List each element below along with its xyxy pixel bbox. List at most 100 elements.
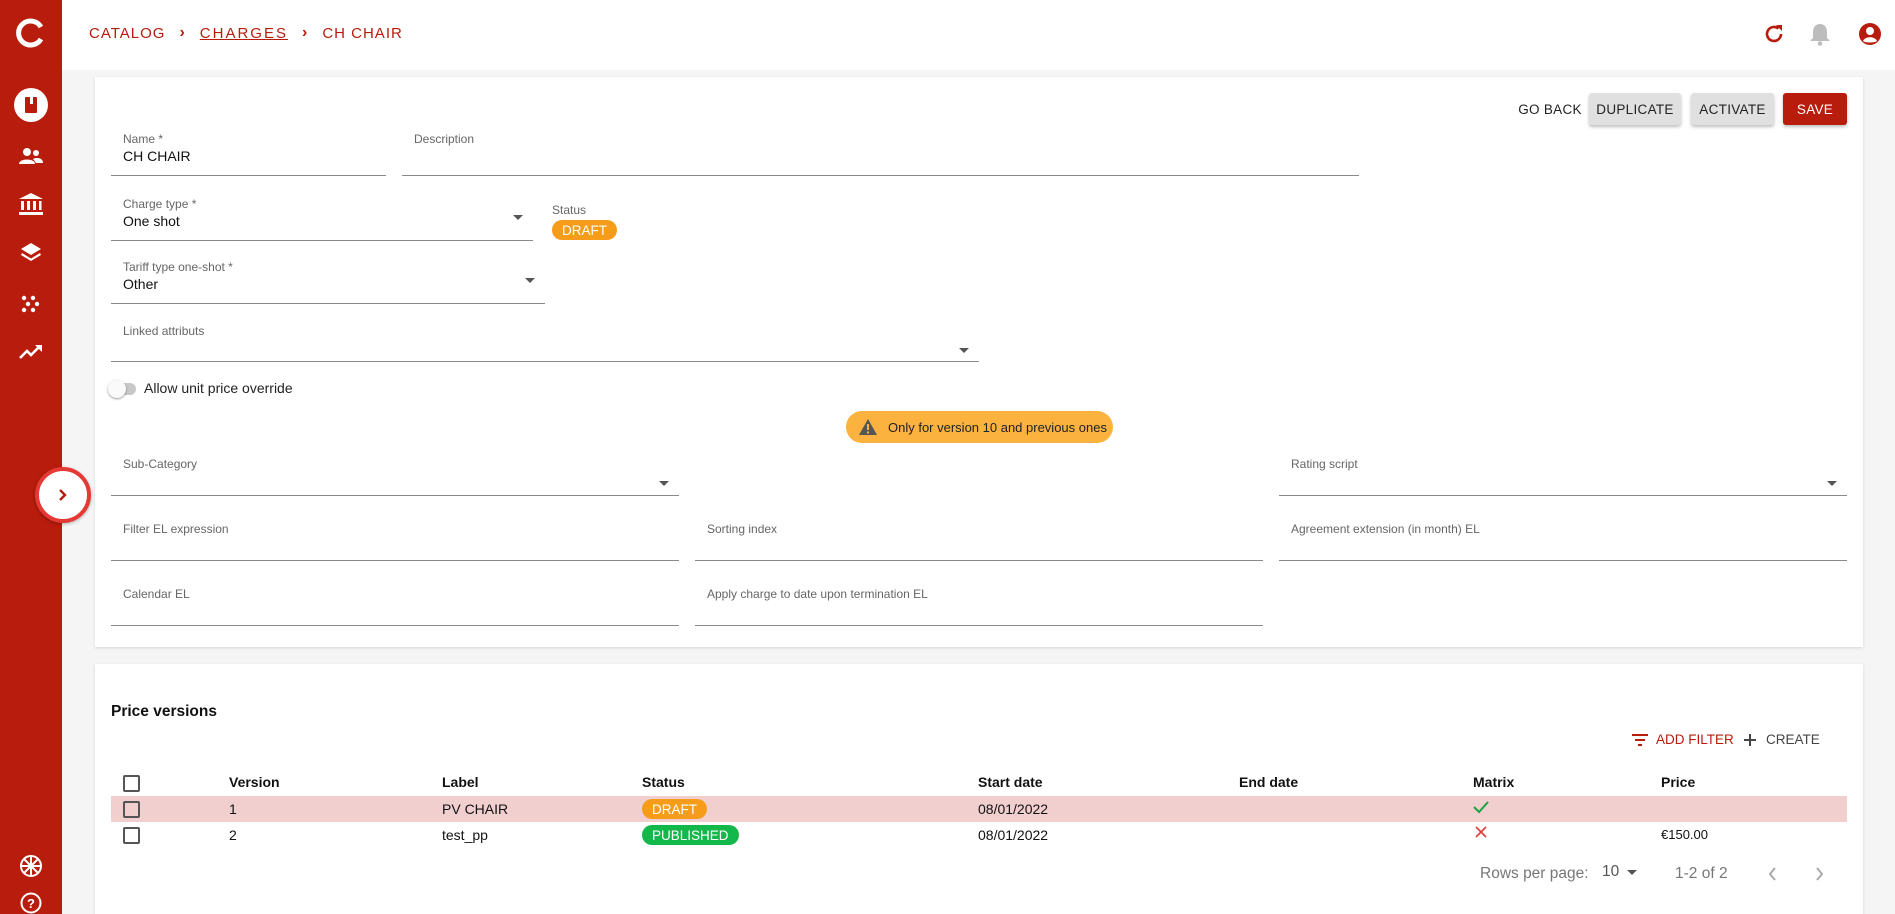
- pagination-range: 1-2 of 2: [1675, 865, 1728, 882]
- version-cell: 1: [229, 801, 237, 817]
- label-cell: PV CHAIR: [442, 801, 509, 817]
- column-header-version[interactable]: Version: [229, 774, 280, 790]
- bank-icon[interactable]: [0, 193, 62, 215]
- help-icon[interactable]: ?: [0, 892, 62, 914]
- rows-per-page-label: Rows per page:: [1480, 865, 1589, 882]
- price-versions-title: Price versions: [111, 703, 217, 720]
- svg-text:?: ?: [27, 896, 35, 911]
- notifications-bell-icon[interactable]: [1809, 22, 1831, 51]
- catalog-book-icon[interactable]: [0, 88, 62, 122]
- agreement-extension-field[interactable]: Agreement extension (in month) EL: [1279, 522, 1847, 561]
- linked-attributs-label: Linked attributs: [123, 324, 205, 338]
- start-date-cell: 08/01/2022: [978, 801, 1049, 817]
- column-header-end-date[interactable]: End date: [1239, 774, 1298, 790]
- expand-sidebar-button[interactable]: [35, 467, 91, 523]
- sub-category-label: Sub-Category: [123, 457, 198, 471]
- column-header-label[interactable]: Label: [442, 774, 479, 790]
- charge-type-select[interactable]: Charge type * One shot: [111, 197, 533, 241]
- status-badge: DRAFT: [642, 799, 707, 819]
- account-circle-icon[interactable]: [1858, 22, 1882, 51]
- plus-icon: [1744, 733, 1756, 746]
- table-row[interactable]: 2 test_pp PUBLISHED 08/01/2022 €150.00: [111, 822, 1847, 848]
- breadcrumb-catalog[interactable]: CATALOG: [89, 25, 165, 42]
- name-field[interactable]: Name * CH CHAIR: [111, 132, 386, 176]
- row-checkbox[interactable]: [123, 801, 140, 818]
- warning-icon: [859, 419, 877, 435]
- tariff-type-select[interactable]: Tariff type one-shot * Other: [111, 260, 545, 304]
- sidebar: ?: [0, 0, 62, 914]
- rows-per-page-value: 10: [1602, 863, 1620, 880]
- breadcrumb-separator-icon: ›: [301, 24, 309, 41]
- sub-category-select[interactable]: Sub-Category: [111, 457, 679, 496]
- layers-icon[interactable]: [0, 242, 62, 264]
- duplicate-button[interactable]: DUPLICATE: [1589, 93, 1681, 125]
- description-label: Description: [414, 132, 475, 146]
- warning-text: Only for version 10 and previous ones: [888, 419, 1107, 435]
- tariff-type-label: Tariff type one-shot *: [123, 260, 233, 274]
- rows-per-page-select[interactable]: 10: [1602, 863, 1638, 881]
- create-button[interactable]: CREATE: [1744, 732, 1820, 747]
- chevron-right-icon[interactable]: [1813, 866, 1825, 882]
- chevron-left-icon[interactable]: [1767, 866, 1779, 882]
- go-back-button[interactable]: GO BACK: [1510, 93, 1590, 125]
- table-row[interactable]: 1 PV CHAIR DRAFT 08/01/2022: [111, 796, 1847, 822]
- customers-icon[interactable]: [0, 146, 62, 166]
- label-cell: test_pp: [442, 827, 488, 843]
- allow-override-label: Allow unit price override: [144, 380, 293, 396]
- status-badge: PUBLISHED: [642, 825, 739, 845]
- status-label: Status: [552, 203, 587, 217]
- start-date-cell: 08/01/2022: [978, 827, 1049, 843]
- price-versions-card: Price versions ADD FILTER CREATE Version…: [95, 664, 1863, 914]
- language-flag-icon[interactable]: [0, 855, 62, 877]
- version-warning-banner: Only for version 10 and previous ones: [846, 411, 1113, 443]
- name-value[interactable]: CH CHAIR: [123, 148, 191, 164]
- tariff-type-value: Other: [123, 276, 159, 292]
- save-button[interactable]: SAVE: [1783, 93, 1847, 125]
- description-field[interactable]: Description: [402, 132, 1359, 176]
- close-icon: [1475, 826, 1487, 838]
- chevron-right-icon: [59, 489, 67, 501]
- check-icon: [1473, 801, 1489, 814]
- rating-script-label: Rating script: [1291, 457, 1358, 471]
- add-filter-button[interactable]: ADD FILTER: [1632, 732, 1734, 747]
- dropdown-arrow-icon: [1827, 481, 1837, 486]
- breadcrumb-separator-icon: ›: [179, 24, 186, 41]
- column-header-matrix[interactable]: Matrix: [1473, 774, 1514, 790]
- dropdown-arrow-icon: [659, 481, 669, 486]
- refresh-icon[interactable]: [1762, 22, 1786, 51]
- linked-attributs-select[interactable]: Linked attributs: [111, 324, 979, 362]
- allow-override-toggle[interactable]: [108, 380, 136, 398]
- breadcrumb-current: CH CHAIR: [322, 24, 403, 42]
- charge-form-card: GO BACK DUPLICATE ACTIVATE SAVE Name * C…: [95, 77, 1863, 647]
- status-badge: DRAFT: [552, 220, 617, 240]
- sorting-index-field[interactable]: Sorting index: [695, 522, 1263, 561]
- select-all-checkbox[interactable]: [123, 775, 140, 792]
- charge-type-label: Charge type *: [123, 197, 197, 211]
- trending-up-icon[interactable]: [0, 344, 62, 360]
- filter-el-field[interactable]: Filter EL expression: [111, 522, 679, 561]
- column-header-price[interactable]: Price: [1661, 774, 1695, 790]
- rating-script-select[interactable]: Rating script: [1279, 457, 1847, 496]
- column-header-status[interactable]: Status: [642, 774, 685, 790]
- top-header: CATALOG › CHARGES › CH CHAIR: [62, 0, 1895, 70]
- app-logo-icon[interactable]: [0, 18, 62, 48]
- breadcrumb-charges[interactable]: CHARGES: [200, 25, 288, 42]
- calendar-el-field[interactable]: Calendar EL: [111, 587, 679, 626]
- scatter-dots-icon[interactable]: [0, 294, 62, 316]
- activate-button[interactable]: ACTIVATE: [1691, 93, 1774, 125]
- column-header-start-date[interactable]: Start date: [978, 774, 1043, 790]
- sorting-index-label: Sorting index: [707, 522, 778, 536]
- charge-type-value: One shot: [123, 213, 180, 229]
- add-filter-label: ADD FILTER: [1656, 732, 1734, 747]
- filter-el-label: Filter EL expression: [123, 522, 229, 536]
- dropdown-arrow-icon: [959, 348, 969, 353]
- version-cell: 2: [229, 827, 237, 843]
- apply-charge-field[interactable]: Apply charge to date upon termination EL: [695, 587, 1263, 626]
- dropdown-arrow-icon: [513, 215, 523, 220]
- calendar-el-label: Calendar EL: [123, 587, 190, 601]
- row-checkbox[interactable]: [123, 827, 140, 844]
- dropdown-arrow-icon: [1627, 869, 1638, 875]
- agreement-extension-label: Agreement extension (in month) EL: [1291, 522, 1480, 536]
- dropdown-arrow-icon: [525, 278, 535, 283]
- create-label: CREATE: [1766, 732, 1820, 747]
